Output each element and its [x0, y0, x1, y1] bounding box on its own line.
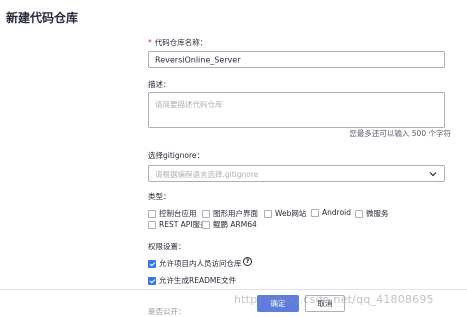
checkbox-checked-icon[interactable]: [148, 259, 156, 268]
option-label: 图形用户界面: [213, 209, 258, 218]
footer-divider: [0, 289, 467, 290]
type-label: 类型：: [148, 192, 171, 201]
permission-allow-members[interactable]: 允许项目内人员访问仓库: [148, 258, 242, 269]
checkbox-icon[interactable]: [311, 208, 319, 217]
checkbox-icon[interactable]: [148, 209, 156, 218]
permissions-label: 权限设置：: [148, 242, 186, 251]
required-mark: *: [148, 38, 152, 47]
watermark-text: https://blog.csdn.net/qq_41808695: [234, 293, 434, 306]
description-textarea[interactable]: 请简要描述代码仓库: [148, 92, 445, 128]
type-option-rest-api[interactable]: REST API服务: [148, 219, 208, 230]
checkbox-checked-icon[interactable]: [148, 276, 156, 285]
gitignore-label: 选择gitignore：: [148, 151, 205, 160]
option-label: 鲲鹏 ARM64: [213, 220, 257, 229]
type-option-console[interactable]: 控制台应用: [148, 208, 197, 219]
checkbox-icon[interactable]: [355, 209, 363, 218]
permission-allow-readme[interactable]: 允许生成README文件: [148, 275, 236, 286]
type-option-microservice[interactable]: 微服务: [355, 208, 389, 219]
checkbox-icon[interactable]: [148, 220, 156, 229]
checkbox-icon[interactable]: [202, 220, 210, 229]
repo-name-label-text: 代码仓库名称：: [154, 38, 208, 47]
checkbox-icon[interactable]: [202, 209, 210, 218]
option-label: Web网站: [275, 209, 307, 218]
option-label: 控制台应用: [159, 209, 197, 218]
description-placeholder: 请简要描述代码仓库: [155, 100, 223, 109]
char-counter: 您最多还可以输入 500 个字符: [349, 129, 451, 138]
repo-name-label: * 代码仓库名称：: [148, 37, 207, 48]
gitignore-placeholder: 请根据编程语言选择.gitignore: [155, 170, 259, 179]
page-title: 新建代码仓库: [6, 11, 79, 25]
option-label: REST API服务: [159, 220, 208, 229]
type-option-web[interactable]: Web网站: [264, 208, 306, 219]
option-label: 微服务: [366, 209, 389, 218]
type-option-android[interactable]: Android: [311, 208, 351, 217]
type-option-gui[interactable]: 图形用户界面: [202, 208, 258, 219]
repo-name-input[interactable]: ReversiOnline_Server: [148, 51, 445, 68]
option-label: Android: [322, 208, 351, 217]
public-label-partial: 是否公开：: [148, 307, 186, 316]
help-icon[interactable]: ?: [243, 257, 252, 266]
option-label: 允许项目内人员访问仓库: [159, 259, 242, 268]
type-option-kunpeng[interactable]: 鲲鹏 ARM64: [202, 219, 257, 230]
option-label: 允许生成README文件: [159, 276, 237, 285]
checkbox-icon[interactable]: [264, 209, 272, 218]
gitignore-select[interactable]: 请根据编程语言选择.gitignore: [148, 165, 445, 182]
chevron-down-icon: [429, 172, 437, 177]
repo-name-value: ReversiOnline_Server: [155, 55, 241, 64]
description-label: 描述：: [148, 80, 171, 89]
